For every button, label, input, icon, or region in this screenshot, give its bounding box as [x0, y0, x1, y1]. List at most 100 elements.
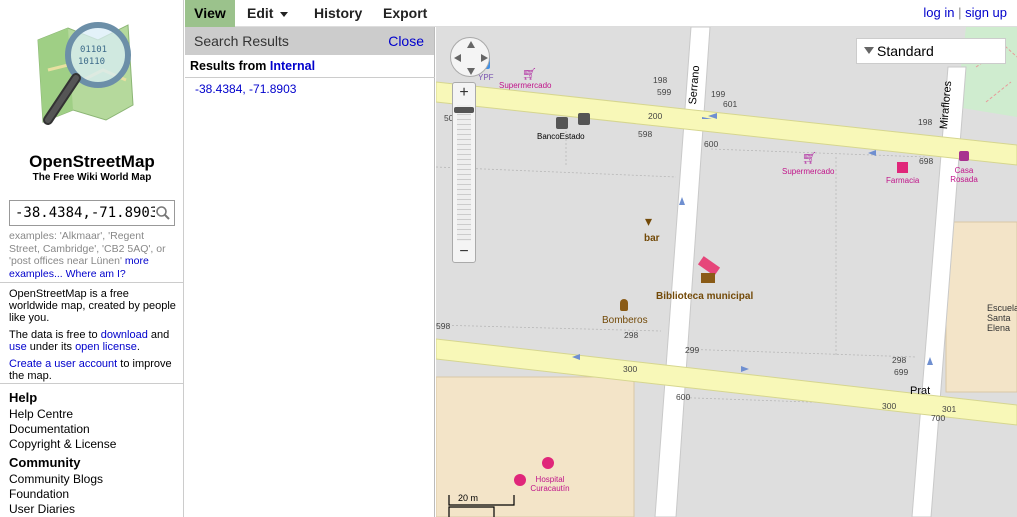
top-navigation: View Edit History Export log in | sign u… [185, 0, 1017, 27]
zoom-control: + − [452, 82, 476, 263]
shopping-cart-icon[interactable]: 🛒︎ [802, 151, 817, 165]
hospital-cross-icon[interactable] [542, 457, 554, 469]
tab-export[interactable]: Export [375, 0, 435, 27]
search-icon[interactable] [155, 205, 171, 221]
caret-down-icon [864, 47, 874, 54]
magnifier-map-logo-icon[interactable]: 01101 10110 [28, 10, 153, 145]
house-number: 600 [676, 392, 691, 402]
search-input[interactable] [15, 205, 155, 221]
community-blogs-link[interactable]: Community Blogs [9, 472, 103, 486]
where-am-i-link[interactable]: Where am I? [66, 268, 126, 280]
community-heading: Community [9, 455, 81, 470]
house-number: 298 [892, 355, 907, 365]
fire-station-icon[interactable] [620, 299, 628, 311]
auth-separator: | [958, 5, 962, 20]
auth-links: log in | sign up [923, 5, 1007, 20]
about-text: OpenStreetMap is a free worldwide map, c… [9, 288, 176, 324]
poi-farmacia[interactable]: Farmacia [886, 176, 919, 185]
signup-link[interactable]: sign up [965, 5, 1007, 20]
brand-name: OpenStreetMap [29, 152, 155, 171]
about-section: OpenStreetMap is a free worldwide map, c… [9, 288, 177, 387]
divider [0, 383, 184, 384]
house-number: 698 [919, 156, 934, 166]
documentation-link[interactable]: Documentation [9, 422, 90, 436]
house-number: 198 [653, 75, 668, 85]
house-number: 299 [685, 345, 700, 355]
map-view[interactable]: Serrano Miraflores Prat 198 599 199 601 … [436, 27, 1017, 517]
divider [0, 282, 184, 283]
use-link[interactable]: use [9, 341, 27, 353]
poi-supermercado-2[interactable]: Supermercado [782, 167, 834, 176]
results-header: Search Results Close [185, 27, 434, 55]
pharmacy-cross-icon[interactable] [897, 162, 908, 173]
poi-supermercado[interactable]: Supermercado [499, 81, 551, 90]
divider [185, 77, 435, 78]
foundation-link[interactable]: Foundation [9, 487, 69, 501]
poi-casa-rosada[interactable]: Casa Rosada [948, 166, 980, 184]
download-link[interactable]: download [101, 329, 148, 341]
poi-biblioteca[interactable]: Biblioteca municipal [656, 291, 753, 302]
results-source: Results from Internal [190, 59, 315, 73]
help-centre-link[interactable]: Help Centre [9, 407, 73, 421]
house-number: 200 [648, 111, 663, 121]
house-number: 300 [882, 401, 897, 411]
license-text: The data is free to download and use und… [9, 329, 177, 353]
svg-text:10110: 10110 [78, 57, 105, 67]
copyright-license-link[interactable]: Copyright & License [9, 437, 116, 451]
results-source-link[interactable]: Internal [270, 59, 315, 73]
poi-escuela[interactable]: Escuela Santa Elena [987, 303, 1017, 333]
house-number: 199 [711, 89, 726, 99]
close-results-button[interactable]: Close [388, 33, 424, 49]
login-link[interactable]: log in [923, 5, 954, 20]
hospital-cross-icon[interactable] [514, 474, 526, 486]
open-license-link[interactable]: open license [75, 341, 137, 353]
zoom-out-button[interactable]: − [453, 242, 475, 262]
tab-view[interactable]: View [185, 0, 235, 27]
library-icon[interactable] [701, 273, 715, 283]
search-examples: examples: 'Alkmaar', 'Regent Street, Cam… [9, 230, 177, 280]
brand-tagline: The Free Wiki World Map [32, 172, 152, 183]
zoom-in-button[interactable]: + [453, 83, 475, 103]
scale-bar: 20 m [448, 493, 516, 517]
search-results-panel: Search Results Close Results from Intern… [185, 27, 435, 517]
poi-bancoestado[interactable]: BancoEstado [537, 132, 585, 141]
street-label-prat: Prat [910, 385, 931, 397]
tab-edit[interactable]: Edit [239, 0, 296, 27]
house-number: 599 [657, 87, 672, 97]
user-diaries-link[interactable]: User Diaries [9, 502, 75, 516]
layer-switcher[interactable]: Standard [856, 38, 1006, 64]
house-number: 699 [894, 367, 909, 377]
house-number: 700 [931, 413, 946, 423]
create-account-link[interactable]: Create a user account [9, 358, 117, 370]
search-box [9, 200, 175, 226]
house-number: 601 [723, 99, 738, 109]
result-item[interactable]: -38.4384, -71.8903 [195, 82, 296, 96]
help-heading: Help [9, 390, 38, 405]
house-number: 300 [623, 364, 638, 374]
left-sidebar: 01101 10110 OpenStreetMap The Free Wiki … [0, 0, 184, 517]
license-text-b: and [147, 329, 170, 341]
pan-control[interactable] [450, 37, 490, 77]
house-number: 598 [638, 129, 653, 139]
poi-bar[interactable]: bar [644, 233, 660, 244]
zoom-slider-track[interactable] [457, 105, 471, 241]
license-text-c: under its [26, 341, 76, 353]
license-text-a: The data is free to [9, 329, 101, 341]
results-title: Search Results [194, 33, 289, 49]
svg-text:01101: 01101 [80, 45, 107, 55]
house-number: 298 [624, 330, 639, 340]
tab-edit-label: Edit [247, 5, 274, 21]
poi-bomberos[interactable]: Bomberos [602, 315, 648, 326]
layer-label: Standard [877, 43, 934, 59]
poi-hospital[interactable]: Hospital Curacautín [528, 475, 572, 493]
atm-icon[interactable] [578, 113, 590, 125]
tab-history[interactable]: History [306, 0, 370, 27]
results-source-prefix: Results from [190, 59, 270, 73]
bank-icon[interactable] [556, 117, 568, 129]
cocktail-glass-icon[interactable]: ▾ [645, 213, 652, 230]
house-number: 598 [436, 321, 451, 331]
shopping-cart-icon[interactable]: 🛒︎ [522, 67, 537, 81]
clothes-shop-icon[interactable] [959, 151, 969, 161]
house-number: 600 [704, 139, 719, 149]
zoom-slider-handle[interactable] [454, 107, 474, 113]
